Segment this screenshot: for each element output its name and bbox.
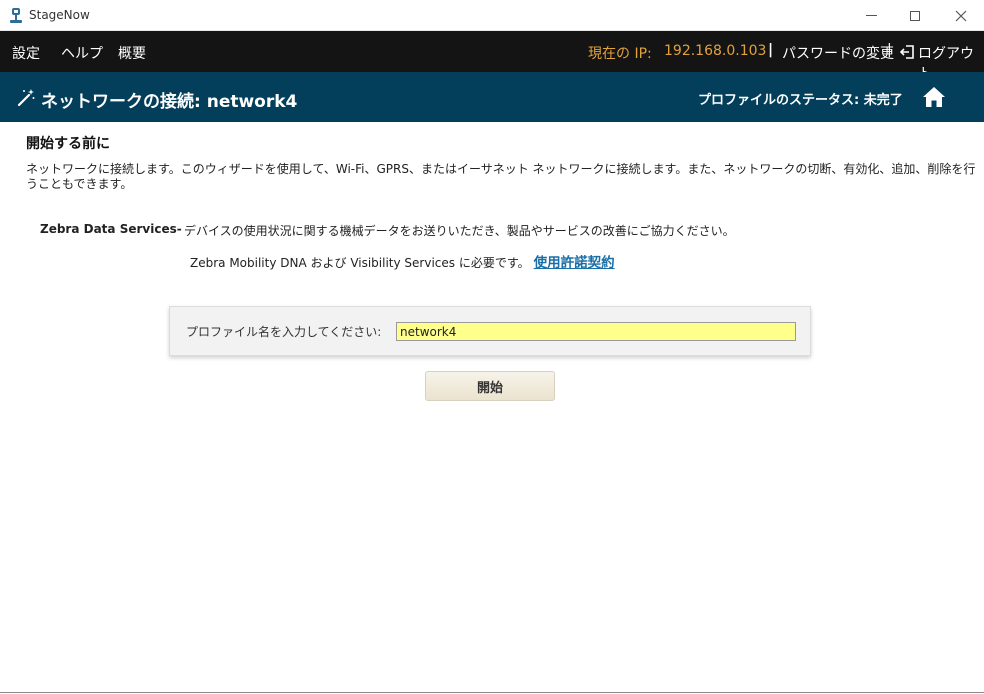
minimize-icon xyxy=(865,15,877,16)
window-bottom-border xyxy=(0,692,984,693)
window-title: StageNow xyxy=(29,8,90,22)
menu-separator: | xyxy=(768,42,774,58)
intro-text: ネットワークに接続します。このウィザードを使用して、Wi-Fi、GPRS、または… xyxy=(26,162,976,191)
change-password-link[interactable]: パスワードの変更 xyxy=(782,43,894,63)
current-ip-value: 192.168.0.103 xyxy=(664,43,767,59)
menu-item-about[interactable]: 概要 xyxy=(118,43,146,63)
start-button[interactable]: 開始 xyxy=(425,371,555,401)
magic-wand-icon xyxy=(17,89,35,107)
wizard-header: ネットワークの接続: network4 プロファイルのステータス: 未完了 xyxy=(0,72,984,122)
requirement-text: Zebra Mobility DNA および Visibility Servic… xyxy=(190,256,530,270)
menu-item-help[interactable]: ヘルプ xyxy=(61,43,103,63)
minimize-button[interactable] xyxy=(848,0,894,31)
window-titlebar: StageNow xyxy=(0,0,984,31)
profile-name-label: プロファイル名を入力してください: xyxy=(186,325,382,339)
zebra-data-services-description: デバイスの使用状況に関する機械データをお送りいただき、製品やサービスの改善にご協… xyxy=(184,224,735,238)
zebra-data-services-label: Zebra Data Services- xyxy=(40,222,182,236)
license-agreement-link[interactable]: 使用許諾契約 xyxy=(534,255,615,271)
menu-bar: 設定 ヘルプ 概要 現在の IP: 192.168.0.103 | パスワードの… xyxy=(0,31,984,82)
close-icon xyxy=(955,10,967,21)
maximize-button[interactable] xyxy=(892,0,938,31)
profile-name-input[interactable] xyxy=(396,322,796,341)
profile-name-panel: プロファイル名を入力してください: xyxy=(169,306,811,356)
stagenow-app-icon xyxy=(10,8,22,23)
close-button[interactable] xyxy=(938,0,984,31)
page-title: ネットワークの接続: network4 xyxy=(41,92,298,112)
current-ip-label: 現在の IP: xyxy=(588,46,652,62)
logout-icon[interactable] xyxy=(900,45,914,59)
section-title: 開始する前に xyxy=(26,136,110,152)
menu-item-settings[interactable]: 設定 xyxy=(12,43,40,63)
zebra-data-services-requirement: Zebra Mobility DNA および Visibility Servic… xyxy=(190,251,615,271)
home-icon[interactable] xyxy=(922,86,946,108)
profile-status: プロファイルのステータス: 未完了 xyxy=(698,93,903,108)
maximize-icon xyxy=(910,10,920,21)
menu-separator: | xyxy=(887,42,892,58)
